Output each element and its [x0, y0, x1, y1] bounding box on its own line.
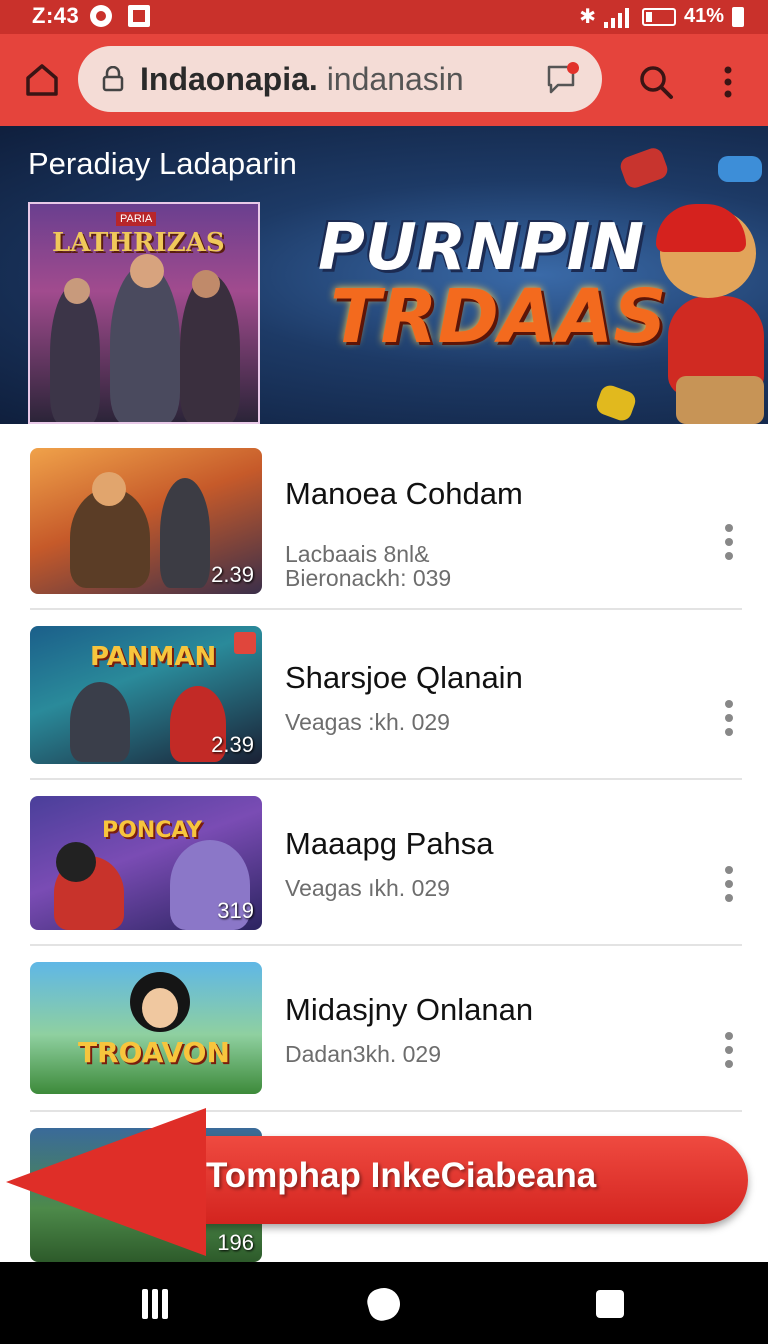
video-meta-line1: Dadan3kh. 029 — [285, 1041, 442, 1067]
video-meta-line1: Veagas :kh. 029 — [285, 709, 450, 735]
thumb-face — [56, 842, 96, 882]
poster-face — [130, 254, 164, 288]
video-duration: 319 — [217, 898, 254, 923]
poster-face — [64, 278, 90, 304]
search-icon[interactable] — [636, 62, 676, 102]
video-title[interactable]: Sharsjoe Qlanain — [285, 660, 523, 696]
thumb-face — [142, 988, 178, 1028]
video-thumbnail[interactable]: PONCAY 319 — [30, 796, 262, 930]
bluetooth-icon: ✱ — [579, 6, 596, 28]
browser-toolbar: Indaonapia. indanasin — [0, 34, 768, 126]
overflow-menu-icon[interactable] — [718, 62, 738, 102]
list-item[interactable]: PANMAN 2.39 Sharsjoe Qlanain Veagas :kh.… — [0, 626, 768, 786]
battery-icon — [641, 7, 676, 26]
video-thumbnail[interactable]: 2.39 — [30, 448, 262, 594]
video-thumbnail[interactable]: PANMAN 2.39 — [30, 626, 262, 764]
message-icon[interactable] — [546, 62, 580, 96]
poster-face — [192, 270, 220, 298]
video-meta-line2: Bieronackh: 039 — [285, 565, 452, 591]
more-options-icon[interactable] — [724, 866, 734, 902]
recents-icon[interactable] — [142, 1289, 168, 1319]
divider — [30, 944, 742, 946]
badge-icon — [234, 632, 256, 654]
video-thumbnail[interactable]: TROAVON — [30, 962, 262, 1094]
poster-character — [50, 284, 100, 422]
video-title[interactable]: Midasjny Onlanan — [285, 992, 533, 1028]
arrow-label: Tomphap InkeCiabeana — [206, 1156, 597, 1195]
video-meta-line1: Lacbaais 8nl& — [285, 541, 430, 567]
overview-icon[interactable] — [596, 1290, 624, 1318]
video-title[interactable]: Manoea Cohdam — [285, 476, 523, 512]
more-options-icon[interactable] — [724, 524, 734, 560]
app-notification-icon — [128, 5, 150, 27]
divider — [30, 778, 742, 780]
status-time: Z:43 — [32, 3, 80, 28]
status-icons: ✱ 41% — [579, 4, 744, 29]
battery-percent: 41% — [683, 5, 724, 27]
system-nav-bar — [0, 1262, 768, 1344]
charging-icon — [732, 6, 744, 27]
list-item[interactable]: 2.39 Manoea Cohdam Lacbaais 8nl& Bierona… — [0, 448, 768, 608]
thumb-title: TROAVON — [78, 1036, 230, 1069]
logo-line-2: TRDAAS — [330, 274, 667, 360]
url-suffix: indanasin — [317, 61, 464, 97]
thumb-face — [92, 472, 126, 506]
arrow-left-icon — [6, 1108, 206, 1256]
swipe-hint-arrow[interactable]: Tomphap InkeCiabeana — [6, 1108, 748, 1256]
mascot-hat — [656, 204, 746, 252]
banner-title: Peradiay Ladaparin — [28, 146, 297, 181]
lock-icon — [102, 66, 124, 92]
wifi-signal-icon — [603, 6, 634, 28]
toy-car-decoration — [718, 156, 762, 182]
poster-tag: PARIA — [116, 212, 157, 226]
thumb-title: PANMAN — [90, 642, 217, 672]
thumb-character — [70, 682, 130, 762]
list-item[interactable]: PONCAY 319 Maaapg Pahsa Veagas ıkh. 029 — [0, 796, 768, 956]
video-duration: 2.39 — [211, 732, 254, 757]
poster-character — [110, 264, 180, 422]
video-meta-line1: Veagas ıkh. 029 — [285, 875, 450, 901]
notification-icon — [90, 5, 112, 27]
game-logo: PURNPIN TRDAAS — [318, 216, 667, 354]
video-title[interactable]: Maaapg Pahsa — [285, 826, 494, 862]
url-text[interactable]: Indaonapia. indanasin — [140, 61, 464, 98]
mascot-pants — [676, 376, 764, 424]
divider — [30, 608, 742, 610]
status-bar: Z:43 ✱ 41% — [0, 0, 768, 34]
toy-decoration — [617, 145, 671, 191]
thumb-character — [160, 478, 210, 588]
video-duration: 2.39 — [211, 562, 254, 587]
featured-poster[interactable]: PARIA LATHRIZAS — [28, 202, 260, 424]
home-icon[interactable] — [22, 60, 62, 100]
url-domain: Indaonapia. — [140, 61, 318, 97]
more-options-icon[interactable] — [724, 1032, 734, 1068]
address-bar[interactable]: Indaonapia. indanasin — [78, 46, 602, 112]
more-options-icon[interactable] — [724, 700, 734, 736]
poster-title: LATHRIZAS — [52, 228, 225, 258]
logo-line-1: PURNPIN — [318, 211, 644, 285]
thumb-title: PONCAY — [102, 818, 203, 843]
list-item[interactable]: TROAVON Midasjny Onlanan Dadan3kh. 029 — [0, 962, 768, 1122]
featured-banner[interactable]: Peradiay Ladaparin PARIA LATHRIZAS PURNP… — [0, 126, 768, 424]
toy-decoration — [593, 382, 639, 424]
home-nav-icon[interactable] — [364, 1284, 404, 1324]
